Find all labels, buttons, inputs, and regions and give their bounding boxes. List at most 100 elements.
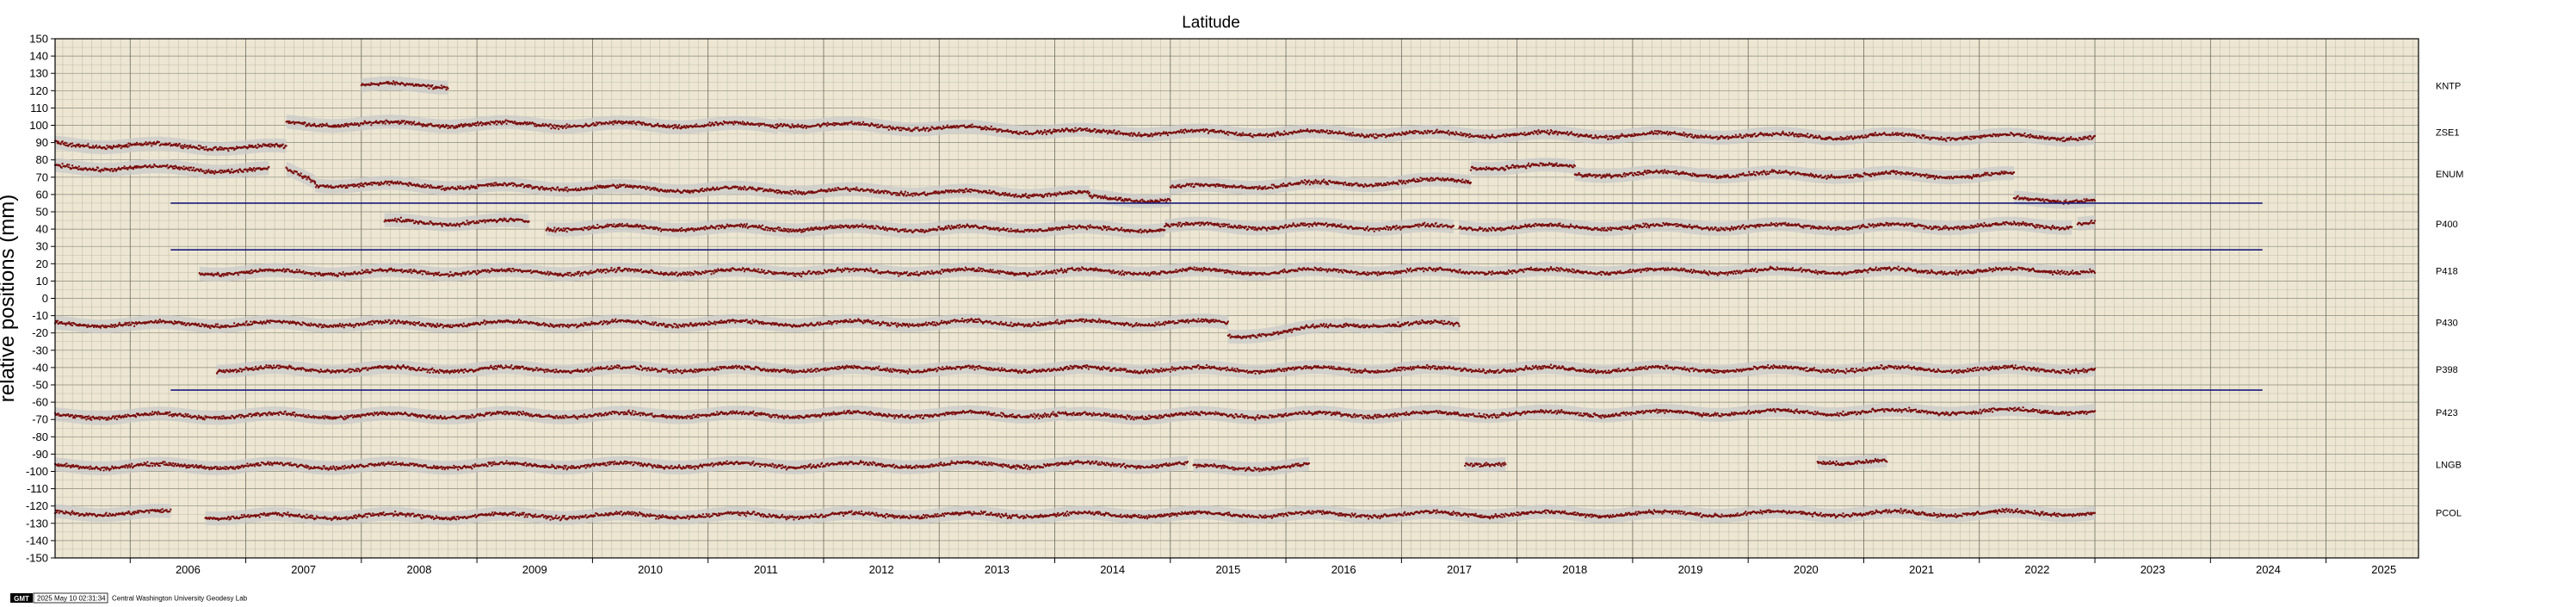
data-point bbox=[534, 122, 537, 126]
data-point bbox=[253, 170, 256, 172]
data-point bbox=[845, 186, 848, 189]
data-point bbox=[151, 145, 153, 147]
data-point bbox=[1535, 130, 1538, 133]
data-point bbox=[1607, 138, 1610, 140]
data-point bbox=[339, 125, 343, 128]
data-point bbox=[397, 120, 400, 122]
data-point bbox=[1122, 200, 1126, 202]
data-point bbox=[304, 121, 306, 124]
data-point bbox=[362, 122, 365, 125]
data-point bbox=[288, 120, 291, 123]
data-point bbox=[214, 146, 218, 149]
data-point bbox=[913, 128, 916, 131]
data-point bbox=[528, 186, 530, 189]
data-point bbox=[1024, 133, 1028, 136]
data-point bbox=[954, 127, 957, 129]
data-point bbox=[1430, 179, 1433, 182]
data-point bbox=[550, 127, 553, 130]
data-point bbox=[1503, 133, 1505, 136]
data-point bbox=[902, 195, 905, 197]
data-point bbox=[1460, 131, 1462, 134]
data-point bbox=[445, 88, 448, 91]
data-point bbox=[962, 189, 966, 192]
data-point bbox=[469, 187, 472, 189]
data-point bbox=[1425, 132, 1429, 134]
data-point bbox=[1734, 176, 1737, 178]
data-point bbox=[1788, 131, 1791, 134]
data-point bbox=[396, 180, 399, 183]
data-point bbox=[383, 121, 386, 123]
data-point bbox=[96, 166, 100, 170]
data-point bbox=[1683, 131, 1685, 134]
data-point bbox=[1318, 180, 1320, 183]
data-point bbox=[441, 185, 443, 188]
data-point bbox=[495, 123, 498, 126]
data-point bbox=[566, 190, 569, 193]
data-point bbox=[205, 146, 207, 148]
data-point bbox=[1116, 133, 1119, 135]
data-point bbox=[861, 188, 864, 190]
data-point bbox=[857, 121, 860, 124]
data-point bbox=[306, 178, 308, 181]
data-point bbox=[887, 128, 890, 131]
data-point bbox=[95, 144, 98, 147]
data-point bbox=[1303, 181, 1306, 184]
data-point bbox=[1553, 164, 1555, 167]
data-point bbox=[1374, 137, 1376, 139]
data-point bbox=[899, 194, 901, 196]
data-point bbox=[1041, 194, 1044, 197]
data-point bbox=[151, 143, 155, 146]
data-point bbox=[930, 128, 932, 132]
data-point bbox=[1623, 171, 1626, 175]
data-point bbox=[489, 123, 491, 126]
data-point bbox=[1235, 131, 1238, 133]
data-point bbox=[76, 166, 79, 170]
data-point bbox=[1385, 183, 1388, 187]
data-point bbox=[556, 186, 559, 189]
data-point bbox=[475, 187, 479, 189]
data-point bbox=[963, 190, 967, 194]
data-point bbox=[990, 125, 992, 128]
data-point bbox=[584, 186, 587, 189]
data-point bbox=[1020, 195, 1023, 198]
data-point bbox=[1344, 181, 1347, 183]
data-point bbox=[1094, 128, 1096, 131]
data-point bbox=[917, 126, 919, 129]
data-point bbox=[1505, 164, 1509, 167]
data-point bbox=[716, 186, 719, 189]
data-point bbox=[281, 143, 284, 146]
data-point bbox=[538, 189, 541, 191]
data-point bbox=[91, 145, 95, 147]
data-point bbox=[407, 121, 410, 123]
data-point bbox=[2081, 138, 2084, 141]
data-point bbox=[109, 170, 112, 172]
data-point bbox=[1045, 193, 1048, 195]
data-point bbox=[1400, 179, 1403, 182]
data-point bbox=[302, 123, 305, 126]
data-point bbox=[744, 186, 746, 189]
data-point bbox=[1088, 191, 1090, 194]
data-point bbox=[657, 122, 659, 125]
data-point bbox=[1113, 129, 1115, 132]
data-point bbox=[2093, 134, 2097, 138]
data-point bbox=[1673, 131, 1676, 133]
data-point bbox=[1044, 131, 1047, 133]
data-point bbox=[273, 146, 276, 148]
data-point bbox=[1307, 179, 1311, 182]
data-point bbox=[695, 123, 698, 126]
data-point bbox=[1469, 169, 1473, 171]
data-point bbox=[1446, 132, 1449, 135]
data-point bbox=[1465, 135, 1467, 138]
data-point bbox=[595, 124, 597, 127]
data-point bbox=[2040, 137, 2042, 139]
data-point bbox=[1642, 173, 1645, 177]
data-point bbox=[111, 168, 114, 170]
data-point bbox=[1696, 136, 1698, 139]
data-point bbox=[828, 188, 831, 190]
data-point bbox=[207, 169, 210, 171]
data-point bbox=[1514, 166, 1517, 170]
data-point bbox=[1191, 183, 1194, 185]
data-point bbox=[1327, 132, 1331, 135]
data-point bbox=[200, 168, 202, 171]
data-point bbox=[592, 121, 595, 125]
